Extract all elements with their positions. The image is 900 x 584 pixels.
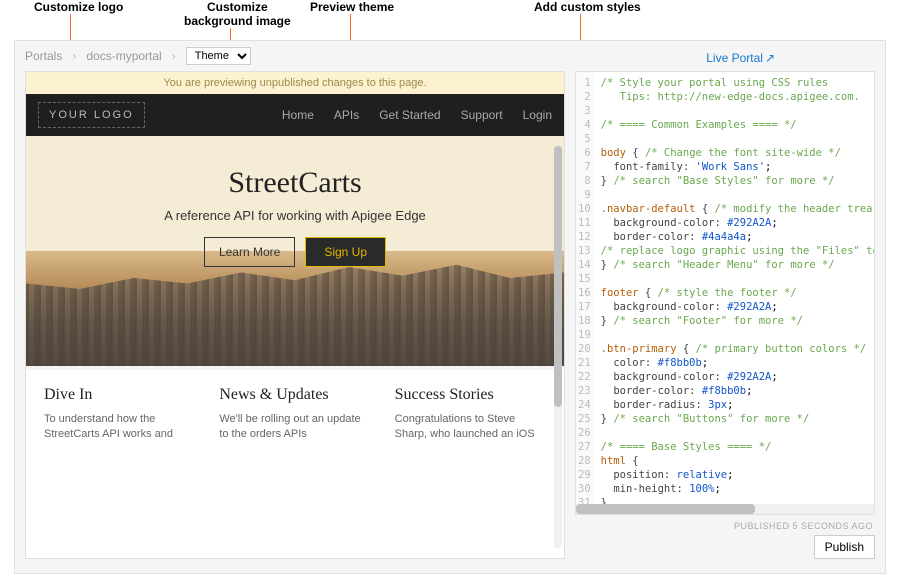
card-title: Success Stories <box>395 386 546 404</box>
nav-support[interactable]: Support <box>461 108 503 122</box>
code-h-scrollbar[interactable] <box>576 504 874 514</box>
annotation-preview: Preview theme <box>310 0 394 14</box>
preview-pane: You are previewing unpublished changes t… <box>25 71 565 559</box>
preview-navbar: YOUR LOGO Home APIs Get Started Support … <box>26 94 564 136</box>
annotation-logo: Customize logo <box>34 0 123 14</box>
learn-more-button[interactable]: Learn More <box>204 237 295 267</box>
card-row: Dive In To understand how the StreetCart… <box>26 366 564 449</box>
live-portal-link[interactable]: Live Portal↗ <box>706 51 775 65</box>
crumb-sep: › <box>172 49 176 63</box>
annotation-bg: Customize background image <box>184 0 291 29</box>
logo-placeholder[interactable]: YOUR LOGO <box>38 102 145 128</box>
crumb-portal-name[interactable]: docs-myportal <box>86 49 161 63</box>
hero-subtitle: A reference API for working with Apigee … <box>26 208 564 223</box>
external-link-icon: ↗ <box>765 51 775 65</box>
card-news: News & Updates We'll be rolling out an u… <box>219 386 370 443</box>
nav-get-started[interactable]: Get Started <box>379 108 440 122</box>
hero-title: StreetCarts <box>26 166 564 200</box>
card-title: Dive In <box>44 386 195 404</box>
card-success: Success Stories Congratulations to Steve… <box>395 386 546 443</box>
css-editor[interactable]: 1234567891011121314151617181920212223242… <box>575 71 875 515</box>
theme-editor: Portals › docs-myportal › Theme Live Por… <box>14 40 886 574</box>
card-title: News & Updates <box>219 386 370 404</box>
crumb-sep: › <box>72 49 76 63</box>
nav-apis[interactable]: APIs <box>334 108 359 122</box>
publish-button[interactable]: Publish <box>814 535 875 559</box>
hero-region[interactable]: StreetCarts A reference API for working … <box>26 136 564 366</box>
crumb-portals[interactable]: Portals <box>25 49 62 63</box>
annotation-styles: Add custom styles <box>534 0 641 14</box>
preview-banner: You are previewing unpublished changes t… <box>26 72 564 94</box>
card-body: To understand how the StreetCarts API wo… <box>44 412 195 443</box>
nav-login[interactable]: Login <box>523 108 552 122</box>
sign-up-button[interactable]: Sign Up <box>305 237 386 267</box>
card-body: Congratulations to Steve Sharp, who laun… <box>395 412 546 443</box>
nav-home[interactable]: Home <box>282 108 314 122</box>
card-dive-in: Dive In To understand how the StreetCart… <box>44 386 195 443</box>
theme-select[interactable]: Theme <box>186 47 251 65</box>
card-body: We'll be rolling out an update to the or… <box>219 412 370 443</box>
preview-scrollbar[interactable] <box>554 146 562 548</box>
publish-status: PUBLISHED 5 SECONDS AGO <box>577 521 873 531</box>
